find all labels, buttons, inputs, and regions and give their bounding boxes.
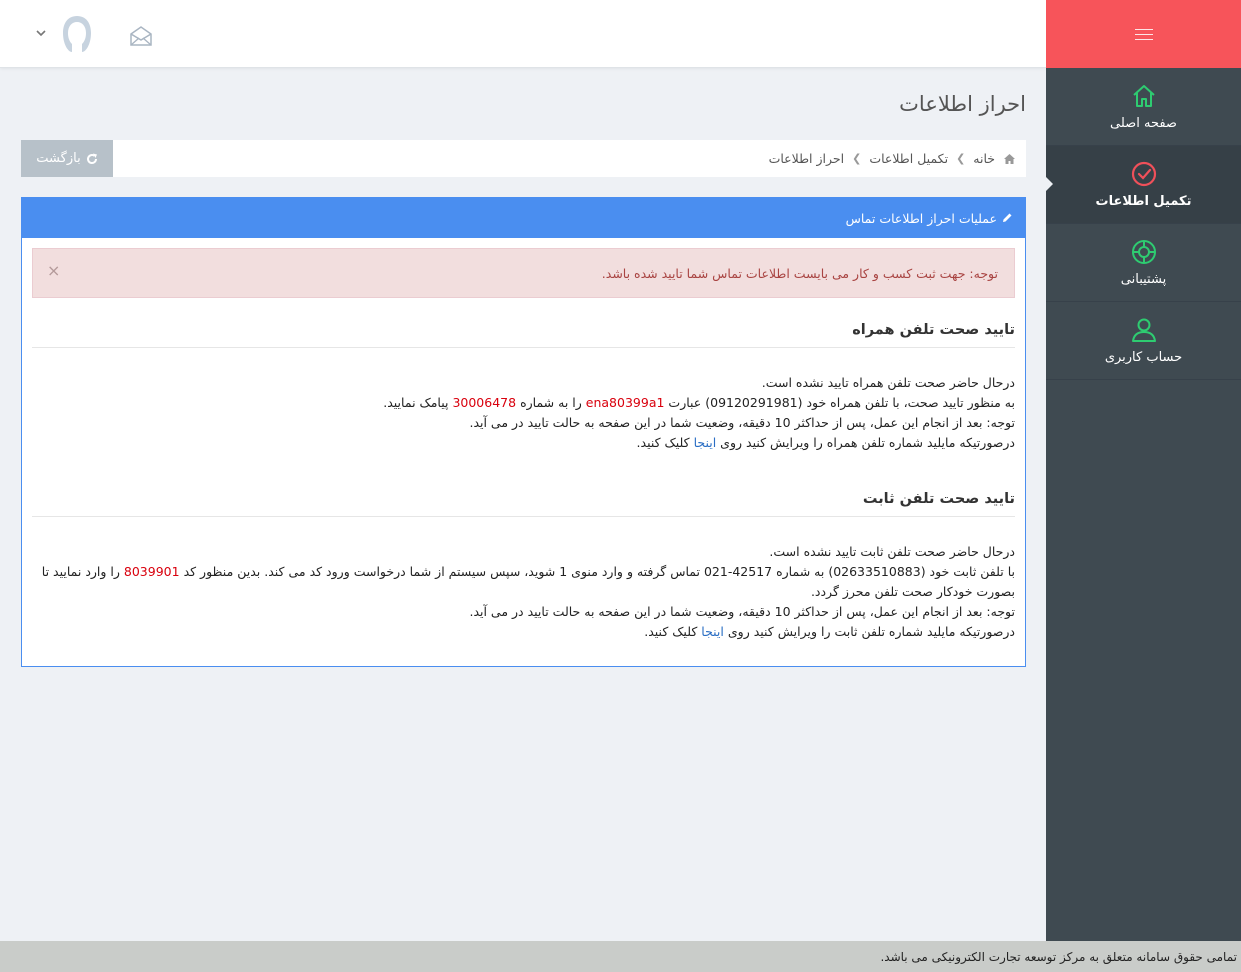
- footer-text: تمامی حقوق سامانه متعلق به مرکز توسعه تج…: [880, 949, 1237, 964]
- breadcrumb-home[interactable]: خانه: [973, 151, 995, 166]
- text: با تلفن ثابت خود (02633510883) به شماره …: [183, 564, 1015, 579]
- breadcrumb-complete-info[interactable]: تکمیل اطلاعات: [869, 151, 948, 166]
- sidebar-item-label: تکمیل اطلاعات: [1095, 194, 1192, 209]
- mobile-status: درحال حاضر صحت تلفن همراه تایید نشده است…: [761, 375, 1015, 390]
- sidebar-item-support[interactable]: پشتیبانی: [1046, 224, 1241, 302]
- landline-status: درحال حاضر صحت تلفن ثابت تایید نشده است.: [769, 544, 1015, 559]
- close-icon[interactable]: ×: [47, 261, 60, 280]
- envelope-icon[interactable]: [128, 24, 154, 48]
- landline-code: 8039901: [123, 564, 180, 579]
- edit-mobile-link[interactable]: اینجا: [694, 435, 717, 450]
- breadcrumb: خانه ❮ تکمیل اطلاعات ❮ احراز اطلاعات: [769, 140, 1016, 177]
- panel-heading: عملیات احراز اطلاعات تماس: [22, 198, 1025, 238]
- text: به منظور تایید صحت، با تلفن همراه خود (0…: [668, 395, 1015, 410]
- lifebuoy-icon: [1131, 240, 1156, 264]
- sidebar-item-account[interactable]: حساب کاربری: [1046, 302, 1241, 380]
- panel-heading-text: عملیات احراز اطلاعات تماس: [845, 210, 997, 226]
- back-button[interactable]: بازگشت: [21, 140, 113, 177]
- sidebar-brand: [1046, 0, 1241, 68]
- pencil-icon: [1003, 213, 1012, 222]
- sidebar-item-label: صفحه اصلی: [1110, 116, 1177, 131]
- warning-alert: توجه: جهت ثبت کسب و کار می بایست اطلاعات…: [32, 248, 1015, 298]
- sidebar-item-complete-info[interactable]: تکمیل اطلاعات: [1045, 146, 1241, 224]
- mobile-note: توجه: بعد از انجام این عمل، پس از حداکثر…: [469, 415, 1015, 430]
- sidebar-item-label: پشتیبانی: [1120, 272, 1167, 287]
- text: را به شماره: [520, 395, 582, 410]
- text: پیامک نمایید.: [383, 395, 449, 410]
- mobile-section-title: تایید صحت تلفن همراه: [852, 322, 1015, 338]
- alert-text: توجه: جهت ثبت کسب و کار می بایست اطلاعات…: [601, 265, 998, 281]
- landline-section-title: تایید صحت تلفن ثابت: [862, 491, 1015, 507]
- text: درصورتیکه مایلید شماره تلفن ثابت را ویرا…: [727, 624, 1015, 639]
- text: درصورتیکه مایلید شماره تلفن همراه را ویر…: [720, 435, 1015, 450]
- mobile-sms-instruction: به منظور تایید صحت، با تلفن همراه خود (0…: [30, 393, 1015, 413]
- refresh-icon: [86, 153, 97, 164]
- sms-code: ena80399a1: [585, 395, 665, 410]
- divider: [32, 347, 1015, 348]
- user-avatar-icon[interactable]: [60, 14, 94, 54]
- divider: [32, 516, 1015, 517]
- home-icon[interactable]: [1003, 153, 1016, 165]
- breadcrumb-current: احراز اطلاعات: [768, 151, 845, 166]
- footer: تمامی حقوق سامانه متعلق به مرکز توسعه تج…: [0, 941, 1241, 972]
- home-icon: [1132, 85, 1155, 107]
- back-button-label: بازگشت: [36, 151, 81, 166]
- landline-call-instruction: با تلفن ثابت خود (02633510883) به شماره …: [30, 562, 1015, 602]
- landline-note: توجه: بعد از انجام این عمل، پس از حداکثر…: [469, 604, 1015, 619]
- check-circle-icon: [1131, 161, 1156, 187]
- breadcrumb-bar: بازگشت خانه ❮ تکمیل اطلاعات ❮ احراز اطلا…: [21, 140, 1026, 177]
- edit-landline-link[interactable]: اینجا: [701, 624, 724, 639]
- sidebar-item-home[interactable]: صفحه اصلی: [1046, 68, 1241, 146]
- top-header: [0, 0, 1046, 68]
- chevron-left-icon: ❮: [956, 152, 966, 165]
- sidebar: صفحه اصلی تکمیل اطلاعات پشتیبانی حساب کا…: [1045, 68, 1241, 941]
- hamburger-icon[interactable]: [1134, 28, 1153, 40]
- verification-panel: عملیات احراز اطلاعات تماس توجه: جهت ثبت …: [21, 197, 1026, 667]
- text: کلیک کنید.: [636, 435, 690, 450]
- chevron-left-icon: ❮: [852, 152, 862, 165]
- mobile-instructions: درحال حاضر صحت تلفن همراه تایید نشده است…: [30, 373, 1015, 453]
- mobile-edit-line: درصورتیکه مایلید شماره تلفن همراه را ویر…: [30, 433, 1015, 453]
- sms-number: 30006478: [452, 395, 517, 410]
- page-title: احراز اطلاعات: [899, 92, 1026, 116]
- user-icon: [1131, 318, 1156, 342]
- landline-instructions: درحال حاضر صحت تلفن ثابت تایید نشده است.…: [30, 542, 1015, 642]
- text: کلیک کنید.: [644, 624, 698, 639]
- sidebar-item-label: حساب کاربری: [1104, 350, 1183, 365]
- chevron-down-icon[interactable]: [34, 26, 48, 40]
- landline-edit-line: درصورتیکه مایلید شماره تلفن ثابت را ویرا…: [30, 622, 1015, 642]
